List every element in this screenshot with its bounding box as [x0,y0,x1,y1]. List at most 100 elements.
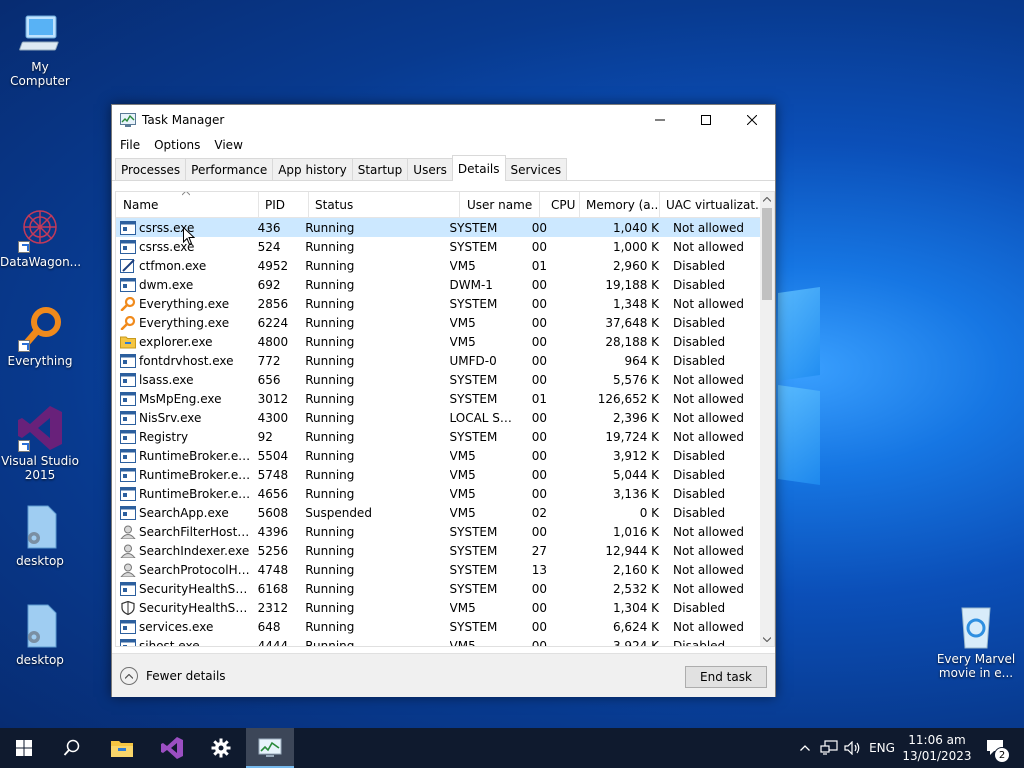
show-hidden-icons-button[interactable] [794,728,816,768]
process-name: ctfmon.exe [116,256,252,275]
fewer-details-button[interactable]: Fewer details [120,667,226,685]
vertical-scrollbar[interactable] [760,192,774,646]
tab-performance[interactable]: Performance [185,158,274,180]
menu-file[interactable]: File [120,138,140,152]
table-row[interactable]: ctfmon.exe 4952 Running VM5 01 2,960 K Disable… [116,256,762,275]
column-header-memory[interactable]: Memory (a... [580,192,660,218]
table-row[interactable]: SearchIndexer.exe 5256 Running SYSTEM 27 12,9… [116,541,762,560]
menu-options[interactable]: Options [154,138,200,152]
desktop-icon-desktop-1[interactable]: desktop [0,504,80,568]
column-header-uac[interactable]: UAC virtualizat... [660,192,760,218]
scroll-down-arrow[interactable] [760,632,774,646]
desktop-icon-everything[interactable]: Everything [0,304,80,368]
process-status: Running [299,294,442,313]
start-button[interactable] [0,728,48,768]
column-header-status[interactable]: Status [309,192,460,218]
process-cpu-text: 27 [531,543,548,558]
process-pid-text: 4300 [257,410,289,425]
process-user: SYSTEM [443,427,519,446]
table-row[interactable]: sihost.exe 4444 Running VM5 00 3,924 K Disable… [116,636,762,647]
taskbar-file-explorer[interactable] [98,728,146,768]
menu-view[interactable]: View [214,138,242,152]
process-uac-text: Disabled [673,334,726,349]
table-row[interactable]: services.exe 648 Running SYSTEM 00 6,624 K Not… [116,617,762,636]
volume-button[interactable] [842,728,864,768]
table-row[interactable]: SearchProtocolHost.... 4748 Running SYSTEM 1… [116,560,762,579]
tab-services[interactable]: Services [504,158,568,180]
process-user-text: VM5 [449,600,476,615]
table-row[interactable]: SecurityHealthSystra... 2312 Running VM5 00 1… [116,598,762,617]
search-button[interactable] [48,728,96,768]
tab-users[interactable]: Users [407,158,453,180]
maximize-icon [701,115,711,125]
title-bar[interactable]: Task Manager [112,105,775,135]
tab-startup[interactable]: Startup [351,158,409,180]
column-header-cpu[interactable]: CPU [540,192,580,218]
task-manager-icon [258,738,282,757]
process-cpu-text: 00 [531,619,548,634]
table-row[interactable]: csrss.exe 436 Running SYSTEM 00 1,040 K Not al… [116,218,762,237]
visual-studio-icon [161,737,183,759]
desktop-icon-datawagon[interactable]: DataWagon... [0,205,81,269]
maximize-button[interactable] [683,105,729,135]
process-pid: 5504 [252,446,300,465]
process-uac-text: Disabled [673,448,726,463]
tab-app-history[interactable]: App history [272,158,353,180]
action-center-button[interactable]: 2 [976,728,1016,768]
process-pid: 4656 [252,484,300,503]
table-row[interactable]: RuntimeBroker.exe 4656 Running VM5 00 3,136 K… [116,484,762,503]
desktop-icon-visual-studio[interactable]: Visual Studio 2015 [0,404,80,482]
input-language-button[interactable]: ENG [866,728,898,768]
desktop-icon-recycle-bin[interactable]: Every Marvel movie in e... [936,602,1016,680]
table-row[interactable]: lsass.exe 656 Running SYSTEM 00 5,576 K Not al… [116,370,762,389]
table-row[interactable]: SearchFilterHost.exe 4396 Running SYSTEM 00 1… [116,522,762,541]
process-uac-text: Disabled [673,505,726,520]
column-header-pid[interactable]: PID [259,192,309,218]
table-row[interactable]: fontdrvhost.exe 772 Running UMFD-0 00 964 K Di… [116,351,762,370]
process-cpu-text: 00 [531,638,548,647]
table-row[interactable]: SearchApp.exe 5608 Suspended VM5 02 0 K Disabl… [116,503,762,522]
process-name-text: Registry [139,429,189,444]
process-memory-text: 1,040 K [612,220,660,235]
table-row[interactable]: Everything.exe 6224 Running VM5 00 37,648 K Di… [116,313,762,332]
table-row[interactable]: MsMpEng.exe 3012 Running SYSTEM 01 126,652 K N… [116,389,762,408]
clock[interactable]: 11:06 am 13/01/2023 [902,732,972,764]
taskbar-settings[interactable] [197,728,245,768]
minimize-button[interactable] [637,105,683,135]
tab-processes[interactable]: Processes [115,158,187,180]
close-button[interactable] [729,105,775,135]
scrollbar-thumb[interactable] [762,208,772,300]
table-row[interactable]: explorer.exe 4800 Running VM5 00 28,188 K Disa… [116,332,762,351]
desktop-icon-desktop-2[interactable]: desktop [0,603,80,667]
process-cpu-text: 02 [531,505,548,520]
table-row[interactable]: RuntimeBroker.exe 5504 Running VM5 00 3,912 K… [116,446,762,465]
taskbar-task-manager[interactable] [246,728,294,768]
process-cpu-text: 13 [531,562,548,577]
table-row[interactable]: SecurityHealthServic... 6168 Running SYSTEM… [116,579,762,598]
table-row[interactable]: Registry 92 Running SYSTEM 00 19,724 K Not all… [116,427,762,446]
process-name: NisSrv.exe [116,408,252,427]
shortcut-arrow-icon [18,340,30,352]
scroll-up-arrow[interactable] [760,192,774,206]
table-row[interactable]: Everything.exe 2856 Running SYSTEM 00 1,348 K… [116,294,762,313]
table-row[interactable]: NisSrv.exe 4300 Running LOCAL SE... 00 2,396 … [116,408,762,427]
table-row[interactable]: csrss.exe 524 Running SYSTEM 00 1,000 K Not al… [116,237,762,256]
process-user: VM5 [443,636,519,647]
column-header-user-name[interactable]: User name [460,192,540,218]
taskbar-visual-studio[interactable] [148,728,196,768]
process-user: SYSTEM [443,294,519,313]
table-row[interactable]: RuntimeBroker.exe 5748 Running VM5 00 5,044 K… [116,465,762,484]
process-cpu: 00 [519,446,553,465]
tab-details[interactable]: Details [451,155,506,181]
process-uac: Disabled [667,598,762,617]
network-button[interactable] [818,728,840,768]
end-task-button[interactable]: End task [685,666,767,688]
table-row[interactable]: dwm.exe 692 Running DWM-1 00 19,188 K Disabled [116,275,762,294]
process-uac: Not allowed [667,294,762,313]
process-pid: 436 [252,218,300,237]
desktop-icon-my-computer[interactable]: My Computer [0,10,80,88]
process-user-text: SYSTEM [449,581,498,596]
chevron-up-icon [763,196,771,202]
process-user-text: SYSTEM [449,391,498,406]
process-uac-text: Not allowed [673,372,745,387]
